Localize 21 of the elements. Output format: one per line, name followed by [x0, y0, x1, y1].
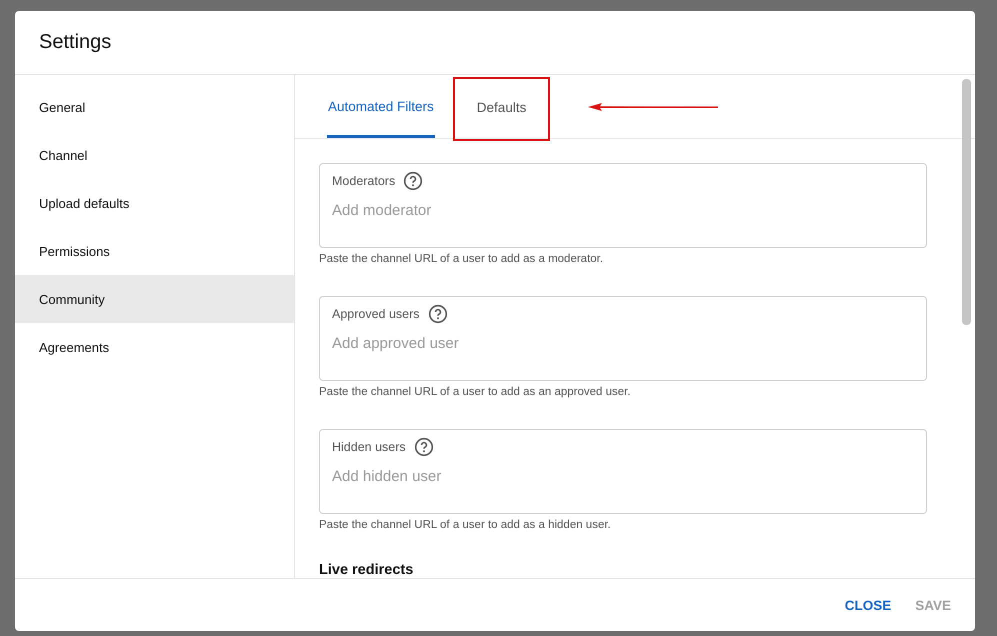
helper-text: Paste the channel URL of a user to add as an approved user.	[319, 386, 632, 398]
tab[interactable]: Automated Filters	[327, 75, 435, 138]
sidebar-item[interactable]: Agreements	[15, 323, 294, 371]
sidebar-item[interactable]: Channel	[15, 131, 294, 179]
helper-text: Paste the channel URL of a user to add as a hidden user.	[319, 519, 612, 531]
sidebar-item[interactable]: Upload defaults	[15, 179, 294, 227]
field-label: Hidden users	[332, 440, 406, 454]
sidebar-item[interactable]: Permissions	[15, 227, 294, 275]
field-label: Moderators	[332, 174, 396, 188]
sidebar-item[interactable]: Community	[15, 275, 294, 323]
footer-button[interactable]: CLOSE	[832, 590, 904, 620]
section-heading: Live redirects	[319, 562, 414, 578]
sidebar-item[interactable]: General	[15, 83, 294, 131]
help-icon[interactable]	[414, 437, 434, 457]
scrollbar-thumb[interactable]	[962, 79, 971, 325]
field-label: Approved users	[332, 307, 420, 321]
help-icon[interactable]	[428, 304, 448, 324]
help-icon[interactable]	[403, 171, 424, 191]
helper-text: Paste the channel URL of a user to add as a moderator.	[319, 253, 604, 265]
tab[interactable]: Defaults	[452, 77, 550, 141]
dialog-title: Settings	[39, 31, 112, 54]
